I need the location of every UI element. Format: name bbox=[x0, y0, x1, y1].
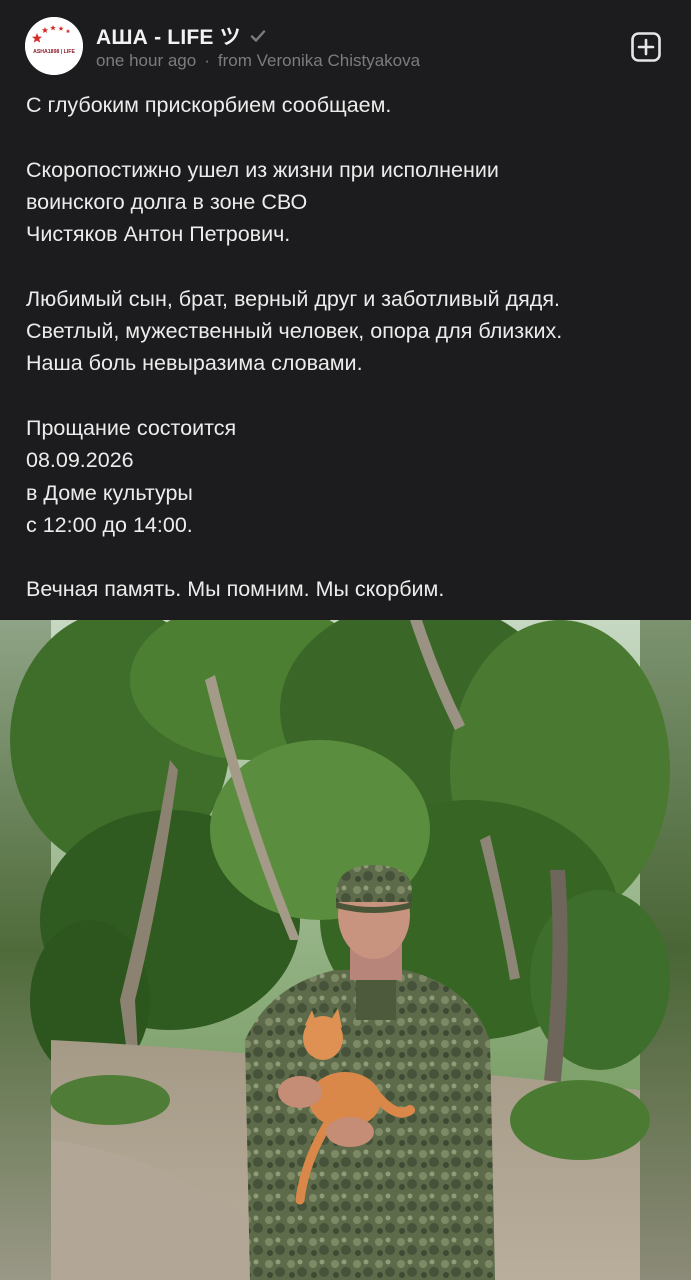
post-text: С глубоким прискорбием сообщаем. Скоропо… bbox=[26, 89, 666, 606]
post-line: воинского долга в зоне СВО bbox=[26, 189, 308, 214]
post-header: ASHA1898 | LIFE АША - LIFE ツ one hour ag… bbox=[0, 0, 691, 84]
post-line: Чистяков Антон Петрович. bbox=[26, 222, 291, 247]
channel-logo: ASHA1898 | LIFE bbox=[25, 17, 83, 75]
channel-name-row: АША - LIFE ツ bbox=[96, 22, 267, 50]
post-line bbox=[26, 541, 666, 573]
plus-square-icon bbox=[631, 32, 661, 62]
post-line: Прощание состоится bbox=[26, 415, 237, 440]
post-line: Наша боль невыразима словами. bbox=[26, 351, 363, 376]
post-meta: one hour ago · from Veronika Chistyakova bbox=[96, 50, 420, 72]
avatar-logo-text: ASHA1898 | LIFE bbox=[33, 49, 75, 55]
post-line: Любимый сын, брат, верный друг и заботли… bbox=[26, 286, 560, 311]
post-line bbox=[26, 250, 666, 282]
post-line bbox=[26, 380, 666, 412]
photo-image bbox=[0, 620, 691, 1280]
post-line: 08.09.2026 bbox=[26, 448, 134, 473]
post-line: Скоропостижно ушел из жизни при исполнен… bbox=[26, 157, 499, 182]
post-line: с 12:00 до 14:00. bbox=[26, 512, 193, 537]
post-line: в Доме культуры bbox=[26, 480, 193, 505]
post-line: С глубоким прискорбием сообщаем. bbox=[26, 93, 392, 117]
post-line bbox=[26, 121, 666, 153]
channel-avatar[interactable]: ASHA1898 | LIFE bbox=[25, 17, 83, 75]
post-line: Светлый, мужественный человек, опора для… bbox=[26, 319, 563, 344]
check-icon bbox=[249, 27, 267, 45]
post-line: Вечная память. Мы помним. Мы скорбим. bbox=[26, 577, 445, 602]
post-time: one hour ago bbox=[96, 51, 197, 70]
post-photo[interactable] bbox=[0, 620, 691, 1280]
forwarded-from[interactable]: from Veronika Chistyakova bbox=[218, 51, 420, 71]
channel-name[interactable]: АША - LIFE ツ bbox=[96, 21, 241, 51]
add-button[interactable] bbox=[630, 31, 662, 63]
meta-separator: · bbox=[204, 51, 210, 70]
